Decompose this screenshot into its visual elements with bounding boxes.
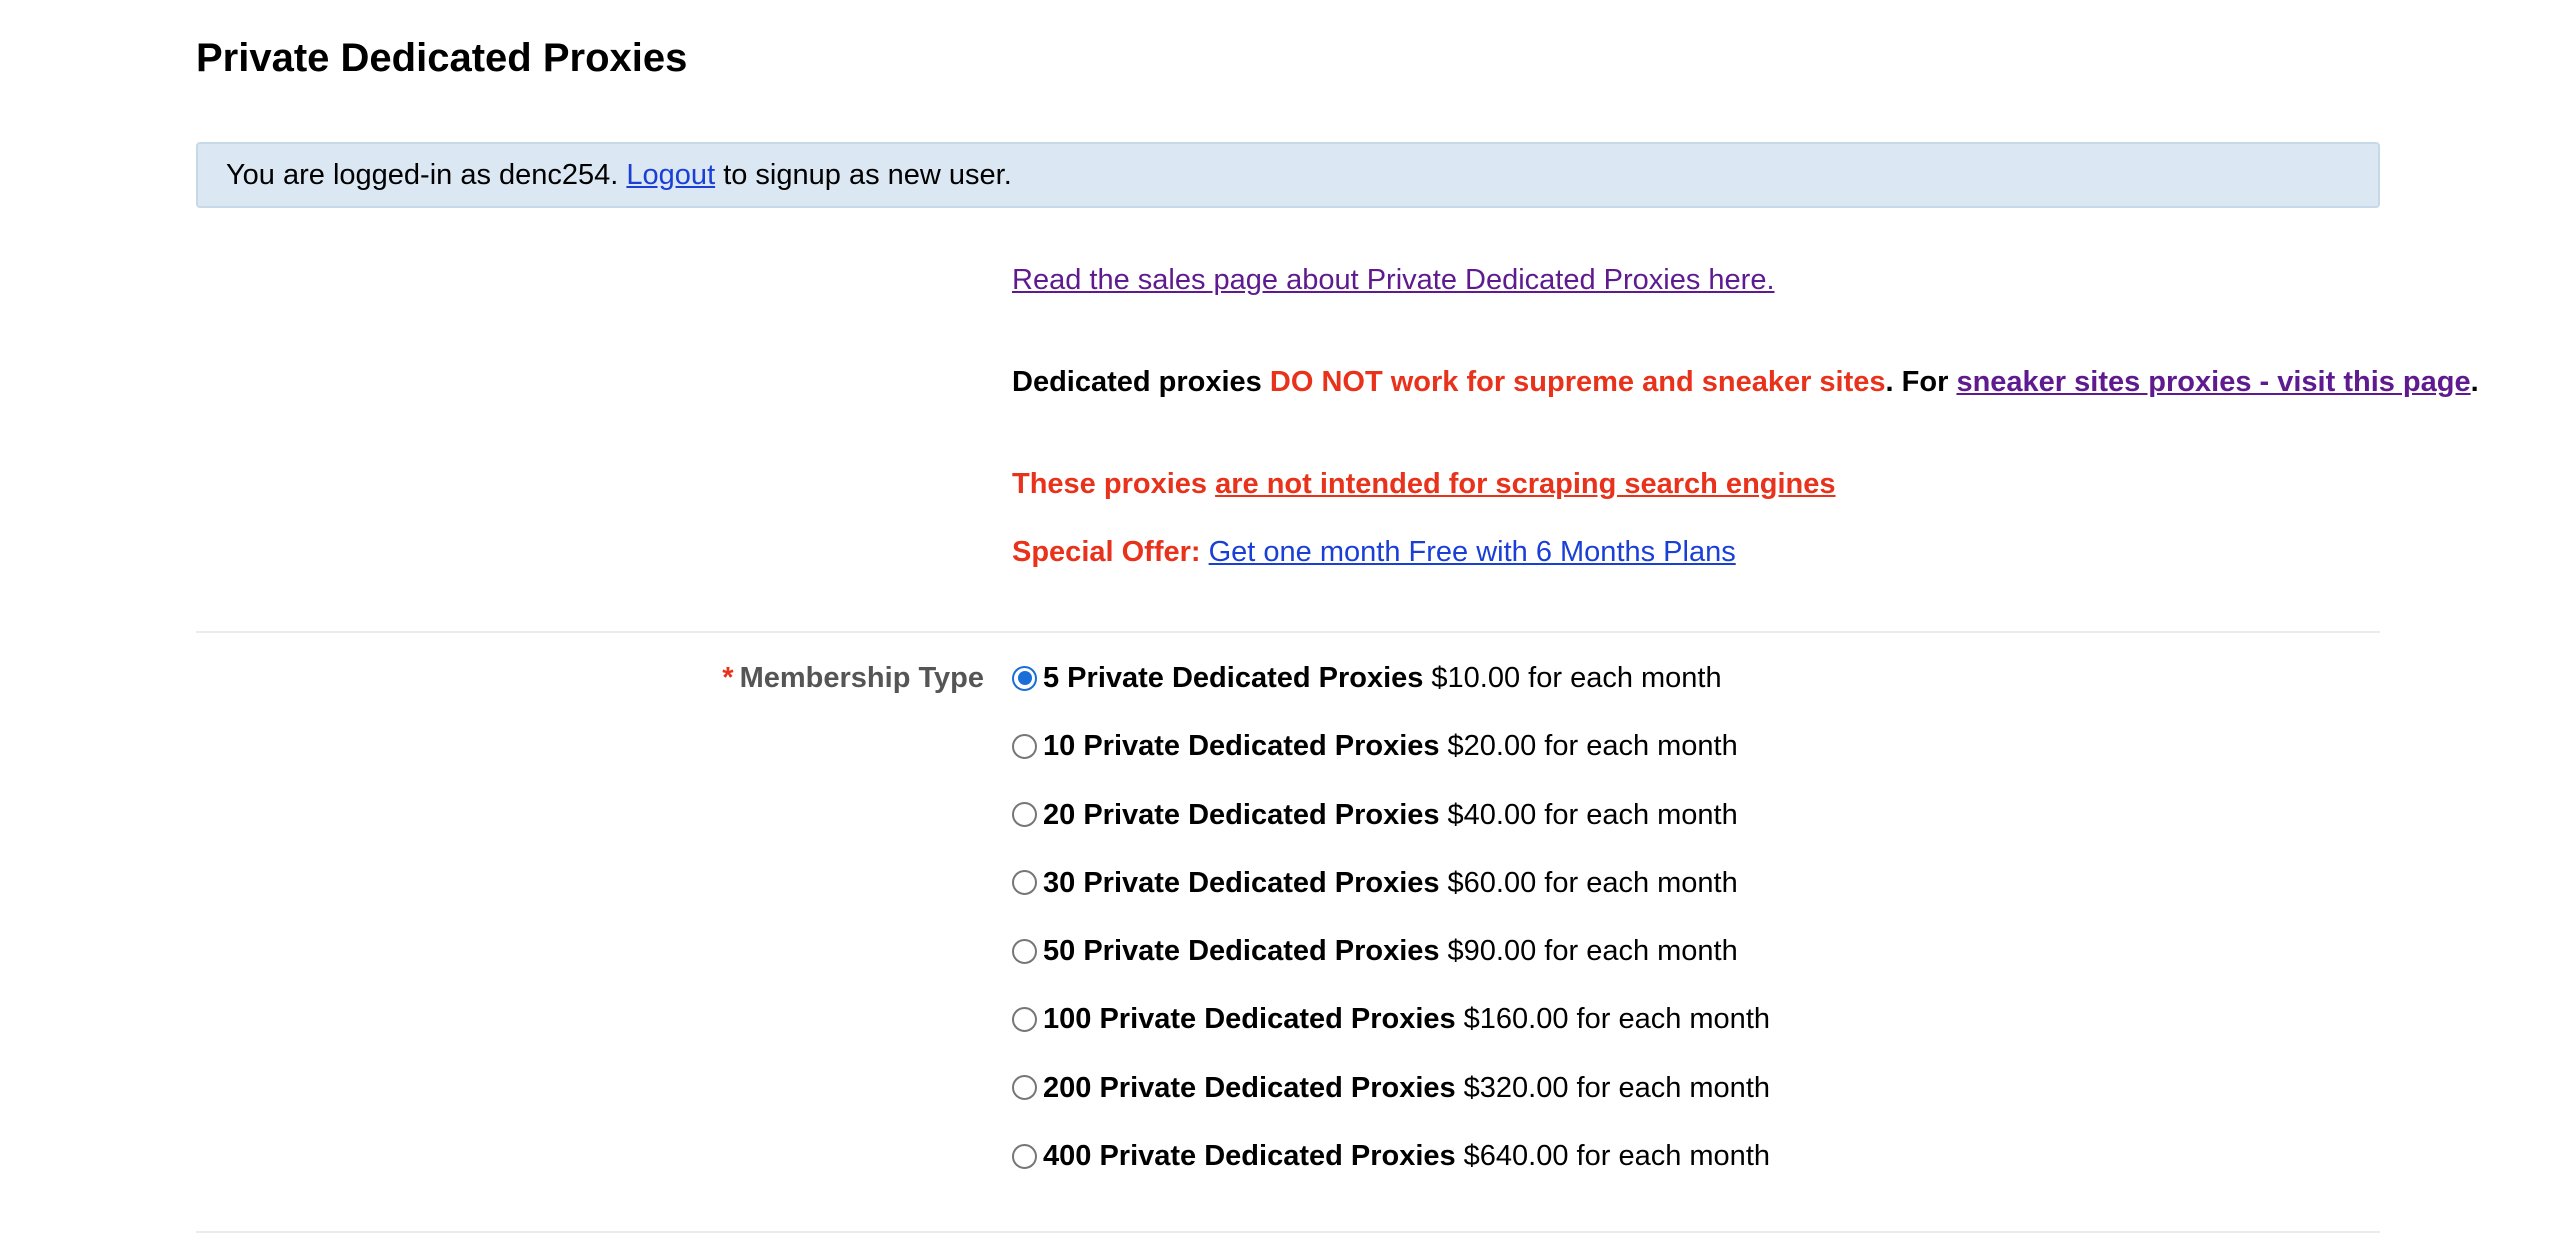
- option-price: $160.00 for each month: [1463, 1003, 1770, 1036]
- scraping-link[interactable]: are not intended for scraping search eng…: [1215, 468, 1835, 500]
- section-divider-bottom: [196, 1231, 2380, 1233]
- membership-type-text: Membership Type: [739, 662, 984, 694]
- radio-button[interactable]: [1012, 665, 1037, 691]
- login-notice-prefix: You are logged-in as denc254.: [226, 159, 619, 191]
- warning-text-3: .: [2470, 366, 2479, 398]
- sneaker-proxies-link[interactable]: sneaker sites proxies - visit this page: [1956, 366, 2470, 398]
- option-price: $20.00 for each month: [1447, 730, 1738, 763]
- option-quantity: 400 Private Dedicated Proxies: [1043, 1140, 1456, 1173]
- scraping-text: These proxies: [1012, 468, 1208, 500]
- warning-text-highlight: DO NOT work for supreme and sneaker site…: [1269, 366, 1886, 398]
- warning-text-2: . For: [1885, 366, 1949, 398]
- page: Private Dedicated Proxies You are logged…: [0, 0, 2560, 1250]
- membership-option[interactable]: 5 Private Dedicated Proxies $10.00 for e…: [1012, 658, 1770, 698]
- radio-button[interactable]: [1012, 1143, 1037, 1169]
- membership-option[interactable]: 10 Private Dedicated Proxies $20.00 for …: [1012, 726, 1770, 766]
- page-title: Private Dedicated Proxies: [196, 36, 688, 80]
- membership-option[interactable]: 50 Private Dedicated Proxies $90.00 for …: [1012, 931, 1770, 971]
- login-notice: You are logged-in as denc254. Logout to …: [196, 142, 2380, 208]
- membership-option[interactable]: 200 Private Dedicated Proxies $320.00 fo…: [1012, 1068, 1770, 1108]
- radio-button[interactable]: [1012, 733, 1037, 759]
- sneaker-warning: Dedicated proxies DO NOT work for suprem…: [1012, 362, 2479, 402]
- option-quantity: 5 Private Dedicated Proxies: [1043, 662, 1424, 694]
- option-quantity: 200 Private Dedicated Proxies: [1043, 1071, 1456, 1104]
- radio-button[interactable]: [1012, 1075, 1037, 1101]
- option-price: $60.00 for each month: [1447, 866, 1738, 899]
- radio-button[interactable]: [1012, 1006, 1037, 1032]
- option-quantity: 50 Private Dedicated Proxies: [1043, 935, 1440, 968]
- membership-option[interactable]: 400 Private Dedicated Proxies $640.00 fo…: [1012, 1136, 1770, 1176]
- option-quantity: 100 Private Dedicated Proxies: [1043, 1003, 1456, 1036]
- section-divider: [196, 631, 2380, 633]
- membership-option[interactable]: 20 Private Dedicated Proxies $40.00 for …: [1012, 795, 1770, 835]
- required-marker: *: [722, 662, 734, 694]
- sales-page-link[interactable]: Read the sales page about Private Dedica…: [1012, 264, 1775, 296]
- radio-button[interactable]: [1012, 802, 1037, 828]
- membership-options: 5 Private Dedicated Proxies $10.00 for e…: [1012, 658, 1770, 1204]
- scraping-notice: These proxies are not intended for scrap…: [1012, 464, 1836, 504]
- option-price: $90.00 for each month: [1447, 935, 1738, 968]
- special-offer-link[interactable]: Get one month Free with 6 Months Plans: [1209, 536, 1736, 568]
- logout-link[interactable]: Logout: [626, 159, 715, 191]
- warning-text-1: Dedicated proxies: [1012, 366, 1262, 398]
- special-offer-label: Special Offer:: [1012, 536, 1201, 568]
- membership-type-label: * Membership Type: [196, 658, 984, 698]
- membership-option[interactable]: 30 Private Dedicated Proxies $60.00 for …: [1012, 863, 1770, 903]
- option-price: $40.00 for each month: [1447, 798, 1738, 831]
- option-price: $640.00 for each month: [1463, 1140, 1770, 1173]
- option-quantity: 10 Private Dedicated Proxies: [1043, 730, 1440, 763]
- special-offer: Special Offer: Get one month Free with 6…: [1012, 532, 1736, 572]
- radio-button[interactable]: [1012, 938, 1037, 964]
- membership-option[interactable]: 100 Private Dedicated Proxies $160.00 fo…: [1012, 999, 1770, 1039]
- option-quantity: 30 Private Dedicated Proxies: [1043, 866, 1440, 899]
- login-notice-suffix: to signup as new user.: [723, 159, 1012, 191]
- option-price: $320.00 for each month: [1463, 1071, 1770, 1104]
- radio-button[interactable]: [1012, 870, 1037, 896]
- sales-page-line: Read the sales page about Private Dedica…: [1012, 260, 1775, 300]
- option-quantity: 20 Private Dedicated Proxies: [1043, 798, 1440, 831]
- option-price: $10.00 for each month: [1431, 662, 1722, 694]
